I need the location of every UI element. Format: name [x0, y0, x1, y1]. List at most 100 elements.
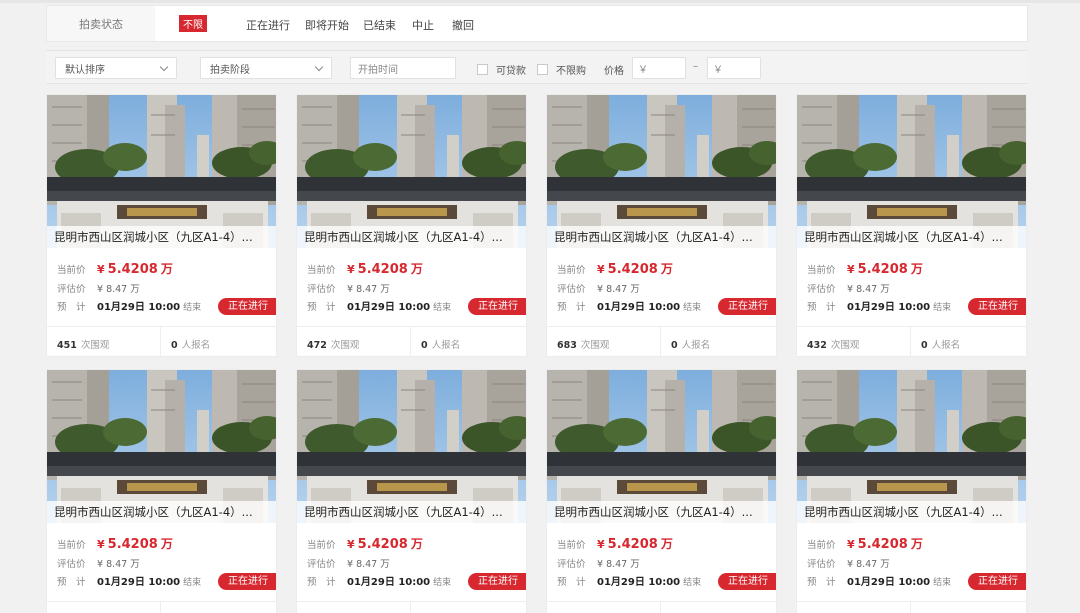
price-symbol: ¥ — [347, 263, 355, 276]
listing-card[interactable]: 昆明市西山区润城小区（九区A1-4）... 当前价 ¥5.4208 万 评估价 ¥… — [46, 94, 277, 357]
listing-title[interactable]: 昆明市西山区润城小区（九区A1-4）... — [797, 226, 1026, 248]
listing-card[interactable]: 昆明市西山区润城小区（九区A1-4）... 当前价 ¥5.4208 万 评估价 ¥… — [296, 94, 527, 357]
listing-title[interactable]: 昆明市西山区润城小区（九区A1-4）... — [297, 226, 526, 248]
listing-stats: 683 次围观 0 人报名 — [547, 326, 776, 356]
listing-photo[interactable]: 昆明市西山区润城小区（九区A1-4）... — [797, 370, 1026, 523]
status-badge: 正在进行 — [968, 573, 1026, 590]
price-unit: 万 — [660, 537, 673, 551]
status-option-ended[interactable]: 已结束 — [363, 17, 396, 33]
current-price: ¥5.4208 万 — [597, 535, 673, 552]
status-badge: 正在进行 — [218, 573, 276, 590]
listing-photo[interactable]: 昆明市西山区润城小区（九区A1-4）... — [547, 95, 776, 248]
price-value: 5.4208 — [357, 262, 408, 277]
estimate-value: ¥ 8.47 万 — [347, 284, 390, 295]
status-badge: 正在进行 — [468, 298, 526, 315]
no-limit-checkbox[interactable]: 不限购 — [537, 62, 586, 77]
price-symbol: ¥ — [597, 263, 605, 276]
listing-card[interactable]: 昆明市西山区润城小区（九区A1-4）... 当前价 ¥5.4208 万 评估价 ¥… — [296, 369, 527, 613]
current-price-row: 当前价 ¥5.4208 万 — [557, 260, 673, 277]
expected-label: 预 计 — [557, 302, 586, 313]
estimate-label: 评估价 — [807, 284, 836, 295]
sort-select-value: 默认排序 — [65, 64, 105, 76]
end-time: 01月29日 10:00 — [97, 577, 181, 588]
current-price-row: 当前价 ¥5.4208 万 — [807, 260, 923, 277]
current-price: ¥5.4208 万 — [847, 535, 923, 552]
loan-checkbox[interactable]: 可贷款 — [477, 62, 526, 77]
price-unit: 万 — [160, 537, 173, 551]
status-option-suspended[interactable]: 中止 — [412, 17, 434, 33]
start-time-input[interactable]: 开拍时间 — [350, 57, 456, 79]
view-count-suffix: 次围观 — [830, 340, 860, 351]
listing-photo[interactable]: 昆明市西山区润城小区（九区A1-4）... — [297, 370, 526, 523]
end-time-row: 预 计 01月29日 10:00 结束 — [57, 573, 201, 588]
status-option-ongoing[interactable]: 正在进行 — [246, 17, 290, 33]
price-value: 5.4208 — [857, 537, 908, 552]
listing-title[interactable]: 昆明市西山区润城小区（九区A1-4）... — [47, 501, 276, 523]
listing-title[interactable]: 昆明市西山区润城小区（九区A1-4）... — [547, 226, 776, 248]
listing-title[interactable]: 昆明市西山区润城小区（九区A1-4）... — [547, 501, 776, 523]
current-price-label: 当前价 — [557, 540, 586, 551]
estimate-value: ¥ 8.47 万 — [97, 284, 140, 295]
view-count: 451 次围观 — [57, 337, 109, 351]
price-symbol: ¥ — [847, 263, 855, 276]
listing-photo[interactable]: 昆明市西山区润城小区（九区A1-4）... — [47, 370, 276, 523]
signup-count-suffix: 人报名 — [431, 340, 461, 351]
end-time-row: 预 计 01月29日 10:00 结束 — [57, 298, 201, 313]
view-count-value: 472 — [307, 340, 327, 351]
status-option-upcoming[interactable]: 即将开始 — [305, 17, 349, 33]
estimate-value: ¥ 8.47 万 — [847, 559, 890, 570]
current-price-row: 当前价 ¥5.4208 万 — [57, 535, 173, 552]
price-min-input[interactable]: ￥ — [632, 57, 686, 79]
stats-divider — [660, 602, 661, 613]
status-badge: 正在进行 — [468, 573, 526, 590]
status-option-all[interactable]: 不限 — [179, 15, 207, 32]
end-time-row: 预 计 01月29日 10:00 结束 — [807, 573, 951, 588]
end-time: 01月29日 10:00 — [347, 302, 431, 313]
checkbox-box[interactable] — [477, 64, 488, 75]
price-value: 5.4208 — [107, 537, 158, 552]
current-price: ¥5.4208 万 — [847, 260, 923, 277]
estimate-row: 评估价 ¥ 8.47 万 — [57, 281, 140, 295]
status-badge: 正在进行 — [718, 573, 776, 590]
listing-card[interactable]: 昆明市西山区润城小区（九区A1-4）... 当前价 ¥5.4208 万 评估价 ¥… — [46, 369, 277, 613]
estimate-row: 评估价 ¥ 8.47 万 — [557, 281, 640, 295]
stats-divider — [410, 602, 411, 613]
chevron-down-icon — [159, 62, 169, 72]
price-max-input[interactable]: ￥ — [707, 57, 761, 79]
listing-title[interactable]: 昆明市西山区润城小区（九区A1-4）... — [297, 501, 526, 523]
checkbox-box[interactable] — [537, 64, 548, 75]
status-badge: 正在进行 — [218, 298, 276, 315]
price-symbol: ¥ — [347, 538, 355, 551]
listing-photo[interactable]: 昆明市西山区润城小区（九区A1-4）... — [797, 95, 1026, 248]
estimate-value: ¥ 8.47 万 — [847, 284, 890, 295]
status-filter-label: 拍卖状态 — [47, 6, 155, 41]
status-option-withdrawn[interactable]: 撤回 — [452, 17, 474, 33]
end-suffix: 结束 — [683, 578, 702, 588]
listing-card[interactable]: 昆明市西山区润城小区（九区A1-4）... 当前价 ¥5.4208 万 评估价 ¥… — [546, 94, 777, 357]
current-price-label: 当前价 — [807, 540, 836, 551]
estimate-label: 评估价 — [557, 559, 586, 570]
listing-card[interactable]: 昆明市西山区润城小区（九区A1-4）... 当前价 ¥5.4208 万 评估价 ¥… — [546, 369, 777, 613]
listing-card[interactable]: 昆明市西山区润城小区（九区A1-4）... 当前价 ¥5.4208 万 评估价 ¥… — [796, 94, 1027, 357]
signup-count-value: 0 — [671, 340, 678, 351]
signup-count-value: 0 — [921, 340, 928, 351]
sort-select[interactable]: 默认排序 — [55, 57, 177, 79]
end-time-row: 预 计 01月29日 10:00 结束 — [307, 298, 451, 313]
expected-label: 预 计 — [807, 577, 836, 588]
listing-photo[interactable]: 昆明市西山区润城小区（九区A1-4）... — [297, 95, 526, 248]
listing-card[interactable]: 昆明市西山区润城小区（九区A1-4）... 当前价 ¥5.4208 万 评估价 ¥… — [796, 369, 1027, 613]
current-price-row: 当前价 ¥5.4208 万 — [807, 535, 923, 552]
stats-divider — [160, 327, 161, 356]
current-price: ¥5.4208 万 — [597, 260, 673, 277]
price-unit: 万 — [410, 537, 423, 551]
listing-title[interactable]: 昆明市西山区润城小区（九区A1-4）... — [797, 501, 1026, 523]
view-count: 432 次围观 — [807, 337, 859, 351]
view-count-value: 432 — [807, 340, 827, 351]
listing-photo[interactable]: 昆明市西山区润城小区（九区A1-4）... — [47, 95, 276, 248]
listing-title[interactable]: 昆明市西山区润城小区（九区A1-4）... — [47, 226, 276, 248]
listing-photo[interactable]: 昆明市西山区润城小区（九区A1-4）... — [547, 370, 776, 523]
expected-label: 预 计 — [57, 302, 86, 313]
stage-select[interactable]: 拍卖阶段 — [200, 57, 332, 79]
price-value: 5.4208 — [607, 537, 658, 552]
end-suffix: 结束 — [433, 303, 452, 313]
